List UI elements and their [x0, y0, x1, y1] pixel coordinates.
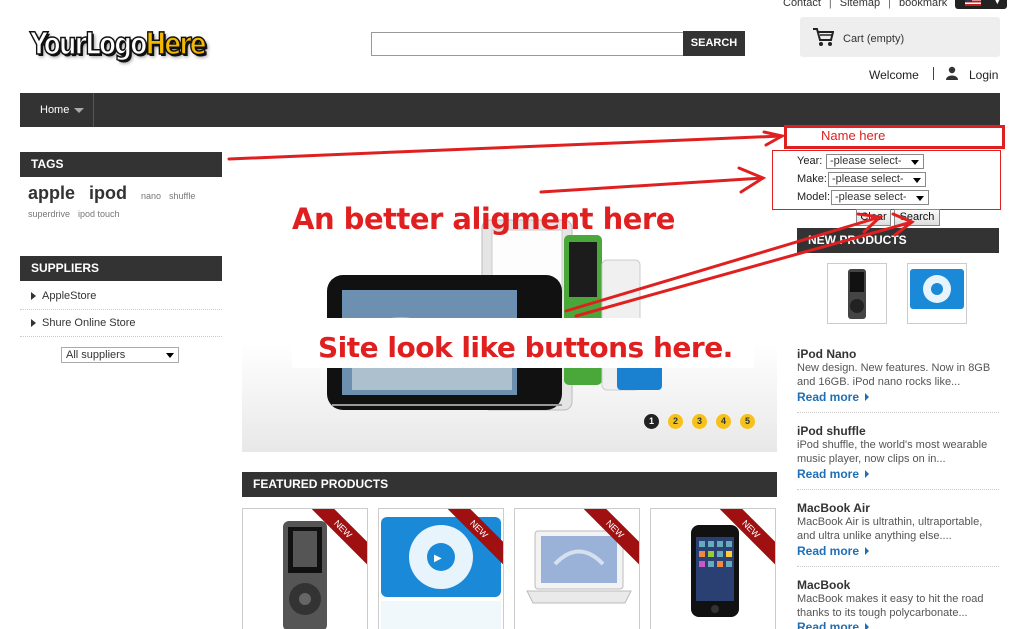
make-label: Make:	[797, 173, 827, 185]
new-product-title[interactable]: iPod Nano	[797, 347, 856, 361]
nav-home-label: Home	[40, 104, 70, 116]
nav-home[interactable]: Home	[20, 93, 94, 127]
supplier-item[interactable]: Shure Online Store	[20, 310, 222, 337]
new-product-desc: New design. New features. Now in 8GB and…	[797, 362, 991, 388]
select-value: All suppliers	[66, 349, 126, 361]
featured-product-card[interactable]: ▶ NEW	[378, 508, 504, 629]
search-input[interactable]	[371, 32, 684, 56]
svg-text:▶: ▶	[434, 553, 442, 564]
welcome-text: Welcome	[869, 68, 919, 82]
chevron-down-icon	[913, 178, 921, 183]
tag-link[interactable]: apple	[28, 183, 75, 203]
make-select[interactable]: -please select-	[828, 172, 926, 187]
featured-product-card[interactable]: NEW	[650, 508, 776, 629]
chevron-down-icon	[166, 353, 174, 358]
new-product-thumbnail[interactable]	[907, 263, 967, 324]
chevron-down-icon: ▼	[993, 0, 1002, 6]
name-field[interactable]	[784, 125, 1005, 149]
logo-text-accent: Here	[145, 26, 208, 63]
new-products-title: NEW PRODUCTS	[797, 228, 999, 253]
divider	[797, 566, 999, 567]
language-selector[interactable]: ▼	[955, 0, 1008, 9]
read-more-link[interactable]: Read more	[797, 390, 869, 404]
new-product-title[interactable]: iPod shuffle	[797, 424, 866, 438]
year-select[interactable]: -please select-	[826, 154, 924, 169]
slider-dot[interactable]: 2	[668, 414, 683, 429]
bookmark-link[interactable]: bookmark	[899, 0, 947, 9]
slider-dot[interactable]: 1	[644, 414, 659, 429]
divider	[797, 412, 999, 413]
search-button[interactable]: SEARCH	[683, 31, 745, 56]
new-product-desc: iPod shuffle, the world's most wearable …	[797, 439, 988, 465]
featured-product-card[interactable]: NEW	[242, 508, 368, 629]
new-product-title[interactable]: MacBook	[797, 578, 850, 592]
new-product-desc: MacBook makes it easy to hit the road th…	[797, 593, 984, 619]
tag-link[interactable]: ipod	[89, 183, 127, 203]
annotation-buttons: Site look like buttons here.	[318, 331, 733, 364]
ipod-shuffle-thumb-image	[910, 269, 964, 309]
supplier-item[interactable]: AppleStore	[20, 283, 222, 310]
suppliers-select[interactable]: All suppliers	[61, 347, 179, 363]
cart-icon	[813, 28, 834, 46]
featured-title: FEATURED PRODUCTS	[242, 472, 777, 497]
login-link[interactable]: Login	[969, 68, 998, 82]
select-value: -please select-	[832, 173, 904, 185]
tag-link[interactable]: shuffle	[169, 191, 195, 201]
tag-cloud-line2: superdrive ipod touch	[28, 209, 128, 219]
new-product-desc: MacBook Air is ultrathin, ultraportable,…	[797, 516, 983, 542]
divider	[933, 67, 934, 80]
chevron-down-icon	[911, 160, 919, 165]
read-more-link[interactable]: Read more	[797, 467, 869, 481]
contact-link[interactable]: Contact	[783, 0, 821, 9]
cart-block[interactable]: Cart (empty)	[800, 17, 1000, 57]
arrow-head-icon	[762, 130, 787, 147]
featured-product-card[interactable]: NEW	[514, 508, 640, 629]
tag-link[interactable]: ipod touch	[78, 209, 120, 219]
main-nav: Home	[20, 93, 1000, 127]
year-label: Year:	[797, 155, 823, 167]
read-more-link[interactable]: Read more	[797, 620, 869, 629]
site-logo[interactable]: YourLogoHere	[29, 26, 208, 63]
new-product-thumbnail[interactable]	[827, 263, 887, 324]
filter-search-button[interactable]: Search	[894, 209, 940, 226]
top-links: Contact | Sitemap | bookmark ▼	[783, 0, 1008, 9]
cart-label: Cart (empty)	[843, 33, 905, 45]
divider: |	[888, 0, 891, 9]
user-icon	[946, 66, 958, 80]
annotation-alignment: An better aligment here	[292, 202, 675, 236]
tag-cloud: apple ipod nano shuffle	[28, 184, 223, 206]
chevron-down-icon	[916, 196, 924, 201]
model-label: Model:	[797, 191, 831, 203]
us-flag-icon	[965, 0, 982, 6]
tag-link[interactable]: nano	[141, 191, 161, 201]
new-product-title[interactable]: MacBook Air	[797, 501, 870, 515]
divider: |	[828, 0, 832, 9]
caret-down-icon	[74, 107, 85, 113]
name-field-placeholder: Name here	[821, 128, 886, 143]
select-value: -please select-	[830, 155, 902, 167]
slider-dot[interactable]: 5	[740, 414, 755, 429]
suppliers-title: SUPPLIERS	[20, 256, 222, 281]
clear-button[interactable]: Clear	[856, 209, 891, 226]
tag-link[interactable]: superdrive	[28, 209, 70, 219]
ipod-nano-thumb-image	[848, 269, 866, 319]
model-select[interactable]: -please select-	[831, 190, 929, 205]
arrow-to-name-field	[227, 134, 784, 161]
logo-text-primary: YourLogo	[29, 26, 148, 63]
select-value: -please select-	[835, 191, 907, 203]
tags-title: TAGS	[20, 152, 222, 177]
slider-dot[interactable]: 4	[716, 414, 731, 429]
divider	[797, 489, 999, 490]
sitemap-link[interactable]: Sitemap	[840, 0, 880, 9]
read-more-link[interactable]: Read more	[797, 544, 869, 558]
slider-dot[interactable]: 3	[692, 414, 707, 429]
